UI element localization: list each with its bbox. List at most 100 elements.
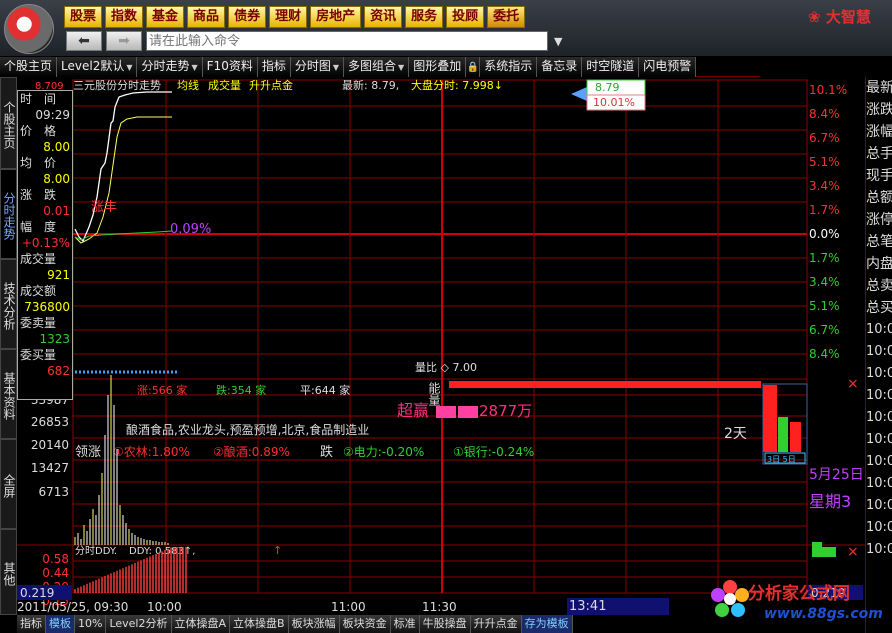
chevron-down-icon: ▼ [332,63,340,72]
category-button-8[interactable]: 服务 [405,6,444,28]
tab-0[interactable]: 个股主页 [0,57,58,77]
tab-label: 分时走势 [141,59,190,73]
category-button-3[interactable]: 商品 [187,6,226,28]
back-button[interactable]: ⬅ [66,31,102,51]
right-panel-item-2: 涨幅 [866,124,892,140]
tab-1[interactable]: Level2默认 ▼ [57,57,138,77]
vtab-technical[interactable]: 技术分析 [0,259,17,349]
mini-ddy-bar-1 [812,542,822,557]
brand-text: 大智慧 [825,8,871,26]
bottom-tab-7[interactable]: 板块资金 [339,615,391,633]
mini-bar-3 [790,422,801,452]
watermark-url: www.88gs.com [764,606,883,622]
info-price: 8.00 [43,140,70,154]
leaders-up-2: ②酿酒:0.89% [213,444,290,459]
vtab-fullscreen[interactable]: 全屏 [0,439,17,529]
tab-7[interactable]: 图形叠加 [409,57,467,77]
bottom-tab-11[interactable]: 存为模板 [521,615,573,633]
intraday-chart[interactable]: 三元股份分时走势 均线 成交量 升升点金 最新: 8.79, 大盘分时: 7.9… [17,77,865,617]
right-axis-label-0: 10.1% [809,83,847,97]
breadth-flat: 平:644 家 [300,383,350,397]
category-button-4[interactable]: 债券 [228,6,267,28]
command-input[interactable] [146,31,548,51]
label-zhang: 涨丰 [91,200,117,215]
category-button-7[interactable]: 资讯 [364,6,403,28]
right-panel-item-9: 总卖 [866,278,892,294]
leaders-up-1: ①农林:1.80% [113,445,190,459]
header-rise-label: 升升点金 [249,78,293,92]
vtab-other[interactable]: 其他 [0,529,17,615]
breadth-down: 跌:354 家 [216,383,266,397]
right-axis-label-4: 3.4% [809,179,840,193]
mini-bar-1 [763,385,777,452]
breadth-up: 涨:566 家 [137,383,187,397]
right-panel-item-10: 总买 [866,300,892,316]
category-bar: 股票 指数 基金 商品 债券 理财 房地产 资讯 服务 投顾 委托 [64,6,526,28]
ddy-box-left-value: 0.219 [20,586,54,600]
current-time-box: 13:41 [567,598,669,615]
tab-11[interactable]: 闪电预警 [639,57,697,77]
top-toolbar: 股票指数基金商品债券理财房地产资讯服务投顾委托 ❀ 大智慧 ⬅ ➡ ▼ [0,0,892,56]
bottom-tab-5[interactable]: 立体操盘B [230,615,289,633]
bottom-tab-2[interactable]: 10% [75,615,107,633]
leaders-down-2: ②电力:-0.20% [343,445,424,459]
bottom-tab-9[interactable]: 牛股操盘 [419,615,471,633]
ddy-axis-label-0: 0.58 [42,552,69,566]
tab-label: 系统指示 [484,59,533,73]
bottom-tab-6[interactable]: 板块涨幅 [288,615,340,633]
tab-label: Level2默认 [61,59,125,73]
close-x-icon-2[interactable]: × [847,544,859,560]
category-button-0[interactable]: 股票 [64,6,103,28]
tab-9[interactable]: 备忘录 [537,57,583,77]
weekday-label: 星期3 [809,492,851,511]
bottom-tab-8[interactable]: 标准 [390,615,420,633]
tab-3[interactable]: F10资料 [202,57,258,77]
bottom-tab-3[interactable]: Level2分析 [106,615,172,633]
info-avg: 8.00 [43,172,70,186]
ddy-axis-label-1: 0.44 [42,566,69,580]
info-time: 09:29 [35,108,70,122]
lock-icon[interactable]: 🔒 [466,57,481,77]
bottom-tab-1[interactable]: 模板 [46,615,75,633]
vtab-stock-home[interactable]: 个股主页 [0,77,17,169]
right-panel-item-5: 总额 [866,190,892,206]
days-label: 2天 [724,426,747,442]
right-axis-label-9: 5.1% [809,299,840,313]
tab-5[interactable]: 分时图 ▼ [290,57,345,77]
category-button-10[interactable]: 委托 [487,6,526,28]
chart-frame [72,79,808,594]
bottom-tab-4[interactable]: 立体操盘A [171,615,231,633]
tab-6[interactable]: 多图组合 ▼ [344,57,410,77]
vtab-intraday[interactable]: 分时走势 [0,169,17,259]
vtab-fundamentals[interactable]: 基本资料 [0,349,17,439]
command-dropdown-icon[interactable]: ▼ [554,35,562,48]
superwin-bar-2 [458,406,478,418]
chart-grid [17,79,865,594]
category-button-6[interactable]: 房地产 [310,6,362,28]
app-logo-icon[interactable] [4,4,54,54]
category-button-1[interactable]: 指数 [105,6,144,28]
price-tag-arrow-icon [571,87,587,101]
right-panel-time-9: 10:0 [866,520,892,535]
header-stock-title: 三元股份分时走势 [73,79,161,92]
tab-10[interactable]: 时空隧道 [582,57,640,77]
right-axis-label-2: 6.7% [809,131,840,145]
info-amt: 736800 [24,300,70,314]
tab-4[interactable]: 指标 [257,57,291,77]
forward-arrow-icon: ➡ [118,33,130,49]
tab-label: 个股主页 [4,59,53,73]
forward-button[interactable]: ➡ [106,31,142,51]
category-button-9[interactable]: 投顾 [446,6,485,28]
category-button-2[interactable]: 基金 [146,6,185,28]
tab-2[interactable]: 分时走势 ▼ [137,57,203,77]
flower-logo-icon [711,580,749,617]
vol-axis-label-1: 26853 [31,415,69,429]
bottom-tab-10[interactable]: 升升点金 [470,615,522,633]
brand-label: ❀ 大智慧 [808,6,892,27]
bottom-tab-0[interactable]: 指标 [17,615,46,633]
tab-8[interactable]: 系统指示 [480,57,538,77]
tab-label: 分时图 [294,59,331,73]
close-x-icon-1[interactable]: × [847,376,859,392]
back-arrow-icon: ⬅ [78,33,90,49]
category-button-5[interactable]: 理财 [269,6,308,28]
